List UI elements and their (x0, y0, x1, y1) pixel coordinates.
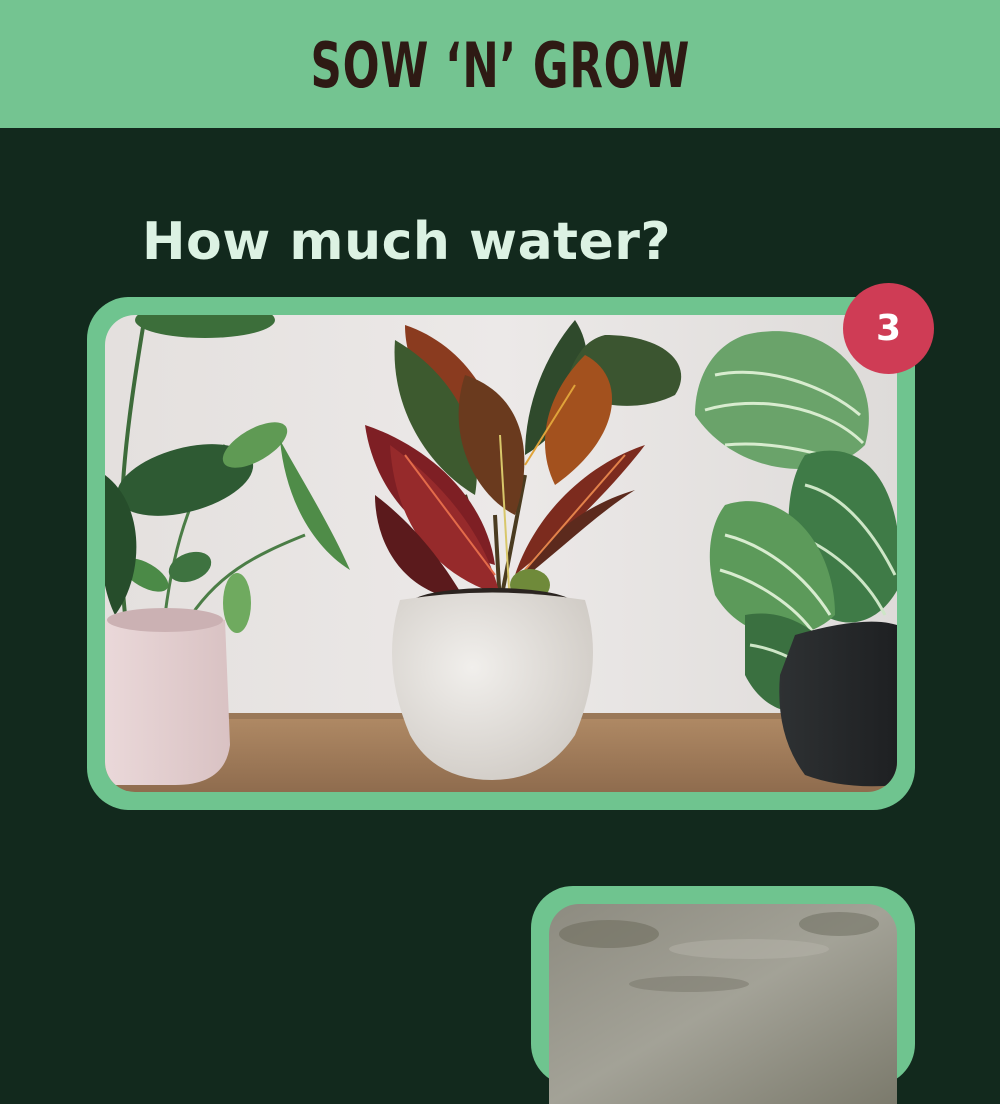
app-header: SOW ‘N’ GROW (0, 0, 1000, 128)
houseplants-photo (105, 315, 897, 792)
answer-option-card[interactable] (87, 297, 915, 810)
option-number-badge: 3 (843, 283, 934, 374)
textured-stone-photo (549, 904, 897, 1104)
answer-option-card[interactable] (531, 886, 915, 1104)
question-title: How much water? (142, 212, 672, 272)
brand-title: SOW ‘N’ GROW (310, 28, 690, 102)
